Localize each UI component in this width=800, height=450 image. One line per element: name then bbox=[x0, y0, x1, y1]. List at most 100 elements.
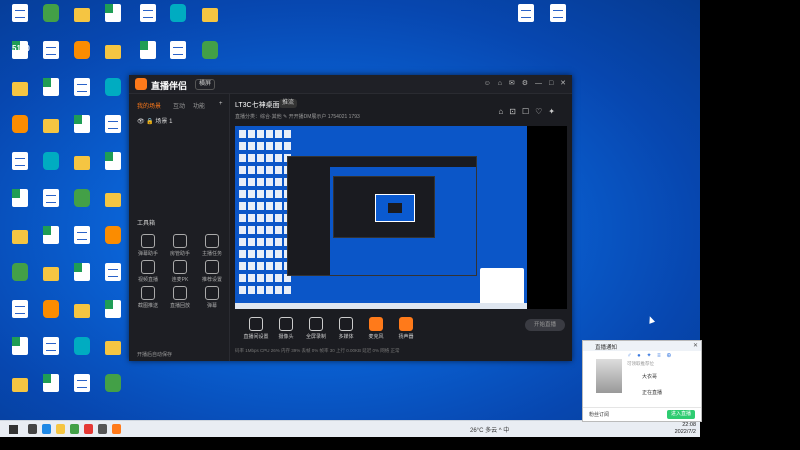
room-toolbar[interactable]: ⌂⊡☐♡✦ bbox=[498, 107, 561, 116]
live-app-window[interactable]: 直播伴侣 横屏 ☺ ⌂ ✉ ⚙ — □ ✕ 我的场景 互动 功能 + 👁 🔒 场… bbox=[129, 75, 572, 361]
desktop-icon[interactable] bbox=[6, 189, 34, 223]
camera-button[interactable]: 摄像头 bbox=[273, 317, 299, 340]
desktop-icon[interactable] bbox=[6, 152, 34, 186]
tool-button[interactable]: 连麦PK bbox=[165, 260, 195, 283]
screen-record-button[interactable]: 全屏录制 bbox=[303, 317, 329, 340]
desktop-icon[interactable] bbox=[6, 337, 34, 371]
room-tool-1[interactable]: ⌂ bbox=[498, 107, 509, 116]
stream-preview[interactable] bbox=[235, 126, 527, 309]
desktop-icon[interactable] bbox=[99, 337, 127, 371]
app-title-bar[interactable]: 直播伴侣 横屏 ☺ ⌂ ✉ ⚙ — □ ✕ bbox=[129, 75, 572, 94]
desktop-icon[interactable] bbox=[99, 115, 127, 149]
desktop-icon[interactable] bbox=[6, 300, 34, 334]
desktop-icon[interactable] bbox=[99, 263, 127, 297]
avatar-icon[interactable]: ☺ bbox=[484, 80, 491, 87]
desktop-icon[interactable] bbox=[6, 4, 34, 38]
tab-scenes[interactable]: 我的场景 bbox=[137, 101, 161, 110]
desktop-icon[interactable] bbox=[68, 78, 96, 112]
desktop-icon[interactable] bbox=[196, 4, 224, 38]
taskbar-app-icon[interactable] bbox=[112, 424, 121, 434]
clock[interactable]: 22:08 2022/7/2 bbox=[675, 422, 696, 436]
tool-button[interactable]: 推荐设置 bbox=[197, 260, 227, 283]
system-tray[interactable]: 26°C 多云 ^ 中 bbox=[470, 425, 509, 434]
start-live-button[interactable]: 开始直播 bbox=[525, 319, 565, 331]
desktop-icon[interactable] bbox=[512, 4, 540, 38]
desktop-icon[interactable] bbox=[99, 4, 127, 38]
desktop-icon[interactable] bbox=[37, 4, 65, 38]
tab-functions[interactable]: 功能 bbox=[193, 101, 205, 110]
maximize-button[interactable]: □ bbox=[549, 80, 553, 87]
taskbar-app-icon[interactable] bbox=[70, 424, 79, 434]
desktop-icon[interactable] bbox=[37, 374, 65, 408]
desktop-icon[interactable] bbox=[37, 300, 65, 334]
add-tab-button[interactable]: + bbox=[219, 101, 223, 107]
taskbar-app-icon[interactable] bbox=[98, 424, 107, 434]
desktop-icon[interactable] bbox=[6, 374, 34, 408]
tool-button[interactable]: 弹幕助手 bbox=[133, 234, 163, 257]
desktop-icon[interactable] bbox=[99, 152, 127, 186]
taskbar-app-icon[interactable] bbox=[84, 424, 93, 434]
tool-button[interactable]: 房管助手 bbox=[165, 234, 195, 257]
tool-button[interactable]: 主播任务 bbox=[197, 234, 227, 257]
desktop-icon[interactable] bbox=[68, 226, 96, 260]
window-buttons[interactable]: ☺ ⌂ ✉ ⚙ — □ ✕ bbox=[479, 79, 566, 87]
desktop-icon[interactable] bbox=[37, 337, 65, 371]
taskbar-app-icon[interactable] bbox=[56, 424, 65, 434]
desktop-icon[interactable] bbox=[99, 226, 127, 260]
close-button[interactable]: ✕ bbox=[560, 80, 566, 87]
desktop-icon[interactable] bbox=[164, 4, 192, 38]
desktop-icon[interactable] bbox=[99, 189, 127, 223]
speaker-button[interactable]: 扬声器 bbox=[393, 317, 419, 340]
room-settings-button[interactable]: 直播间设置 bbox=[243, 317, 269, 340]
room-tool-3[interactable]: ☐ bbox=[522, 107, 535, 116]
desktop-icon[interactable] bbox=[99, 300, 127, 334]
start-button[interactable] bbox=[9, 425, 18, 434]
desktop-icon[interactable] bbox=[68, 189, 96, 223]
desktop-icon[interactable] bbox=[6, 78, 34, 112]
scene-item[interactable]: 👁 🔒 场景 1 bbox=[137, 116, 172, 125]
microphone-button[interactable]: 麦克风 bbox=[363, 317, 389, 340]
desktop-icon[interactable] bbox=[37, 226, 65, 260]
tab-interact[interactable]: 互动 bbox=[173, 101, 185, 110]
mail-icon[interactable]: ✉ bbox=[509, 80, 515, 87]
desktop-icon[interactable] bbox=[6, 115, 34, 149]
desktop-icon[interactable] bbox=[6, 226, 34, 260]
tool-button[interactable]: 视频直播 bbox=[133, 260, 163, 283]
media-button[interactable]: 多媒体 bbox=[333, 317, 359, 340]
desktop-icon[interactable] bbox=[68, 337, 96, 371]
subscribe-label[interactable]: 粉丝订阅 bbox=[589, 411, 609, 418]
desktop-icon[interactable] bbox=[68, 4, 96, 38]
minimize-button[interactable]: — bbox=[535, 80, 542, 87]
home-icon[interactable]: ⌂ bbox=[498, 80, 502, 87]
desktop-icon[interactable] bbox=[99, 41, 127, 75]
desktop-icon[interactable] bbox=[68, 300, 96, 334]
desktop-icon[interactable] bbox=[68, 115, 96, 149]
desktop-icon[interactable] bbox=[37, 263, 65, 297]
desktop-icon[interactable] bbox=[134, 4, 162, 38]
room-tool-2[interactable]: ⊡ bbox=[509, 107, 522, 116]
live-notification[interactable]: 直播通知 ✕ ♂ ● ✦ ≡ ⊕ 可领取推荐位 大衣哥 正在直播 粉丝订阅 进入… bbox=[582, 340, 702, 422]
desktop-icon[interactable] bbox=[68, 374, 96, 408]
mode-badge[interactable]: 横屏 bbox=[195, 79, 216, 90]
desktop-icon[interactable] bbox=[37, 78, 65, 112]
desktop-icon[interactable] bbox=[99, 374, 127, 408]
desktop-icon[interactable] bbox=[68, 263, 96, 297]
taskbar-app-icon[interactable] bbox=[42, 424, 51, 434]
desktop-icon[interactable] bbox=[99, 78, 127, 112]
desktop-icon[interactable] bbox=[196, 41, 224, 75]
desktop-icon[interactable] bbox=[164, 41, 192, 75]
room-tool-4[interactable]: ♡ bbox=[535, 107, 548, 116]
notification-toolbar[interactable]: ♂ ● ✦ ≡ ⊕ bbox=[627, 352, 673, 359]
desktop-icon[interactable] bbox=[134, 41, 162, 75]
desktop-icon[interactable] bbox=[6, 263, 34, 297]
tool-button[interactable]: 截图推送 bbox=[133, 286, 163, 309]
settings-icon[interactable]: ⚙ bbox=[522, 80, 528, 87]
desktop-icon[interactable] bbox=[37, 152, 65, 186]
desktop-icon[interactable] bbox=[544, 4, 572, 38]
room-tool-5[interactable]: ✦ bbox=[548, 107, 561, 116]
streamer-photo[interactable] bbox=[596, 359, 622, 393]
taskbar-app-icon[interactable] bbox=[28, 424, 37, 434]
desktop-icon[interactable] bbox=[37, 189, 65, 223]
tool-button[interactable]: 直播回放 bbox=[165, 286, 195, 309]
desktop-icon[interactable] bbox=[68, 152, 96, 186]
